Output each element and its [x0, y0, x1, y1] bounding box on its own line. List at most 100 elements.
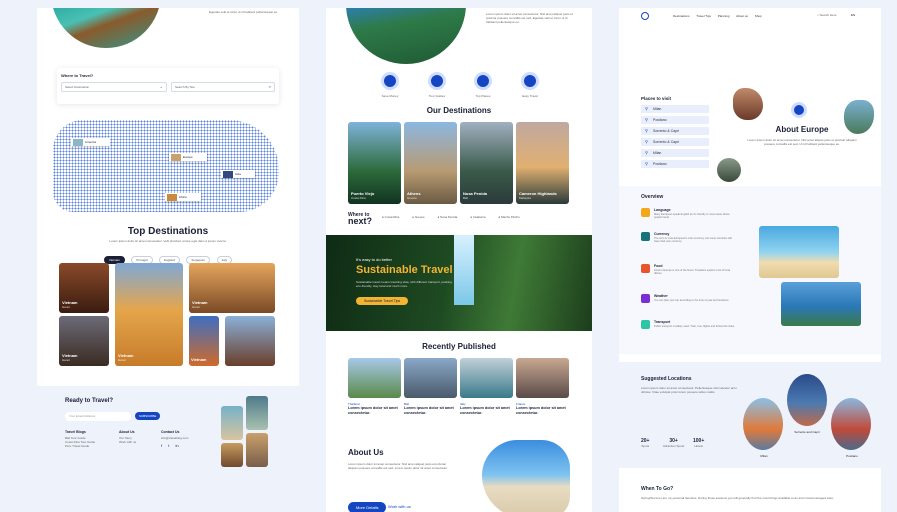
search-input[interactable]: Search By Site ⌕ — [171, 82, 275, 92]
next-places: ● Costa Rica ● Greece ● Nusa Penida ● Ca… — [382, 215, 520, 219]
map-label-america[interactable]: America — [71, 138, 111, 146]
boat-hero-image — [51, 8, 161, 48]
twitter-icon[interactable]: t — [168, 443, 169, 448]
destination-card-image[interactable] — [225, 316, 275, 366]
next-place[interactable]: ● Catalonia — [470, 215, 485, 219]
subscribe-button[interactable]: SUBSCRIBE — [135, 412, 161, 420]
coast-image — [781, 282, 861, 326]
destination-select-value: Select Destination — [65, 85, 90, 89]
location-sorrento-image[interactable] — [787, 374, 827, 426]
destination-card[interactable]: Cameron Highlands Malaysia — [516, 122, 569, 204]
destination-card[interactable]: Vietnam Hanoi — [115, 263, 183, 366]
nav-about[interactable]: About us — [736, 14, 748, 18]
location-label: Sorrento and Capri — [794, 430, 820, 434]
recent-post[interactable]: Italy Lorem ipsum dolor sit amet consect… — [460, 402, 513, 415]
feature-label: Easy Travel — [522, 94, 538, 98]
work-with-us-link[interactable]: Work with us — [388, 504, 411, 509]
recent-post[interactable]: France Lorem ipsum dolor sit amet consec… — [516, 402, 569, 415]
place-item[interactable]: Positano — [641, 160, 709, 168]
about-us-title: About Us — [348, 448, 384, 457]
location-positano-image[interactable] — [831, 398, 871, 450]
nav-travel-tips[interactable]: Travel Tips — [696, 14, 711, 18]
next-place[interactable]: ● Nusa Penida — [438, 215, 458, 219]
next-place[interactable]: ● Machu Picchu — [498, 215, 520, 219]
when-to-go-title: When To Go? — [641, 486, 674, 492]
beach-chairs-image — [759, 226, 839, 278]
europe-photo — [733, 88, 763, 120]
footer: Ready to Travel? Your Email Address SUBS… — [37, 386, 299, 468]
place-item[interactable]: Milan — [641, 149, 709, 157]
footer-link[interactable]: Peru Travel Guide — [65, 444, 95, 448]
europe-badge-icon — [791, 102, 807, 118]
language-icon — [641, 208, 650, 217]
search-icon: ⌕ — [268, 84, 271, 89]
beach-image — [482, 440, 570, 512]
destination-card[interactable]: Athens Greece — [404, 122, 457, 204]
map-label-africa[interactable]: Africa — [165, 193, 201, 201]
place-item[interactable]: Milan — [641, 105, 709, 113]
ready-title: Ready to Travel? — [65, 398, 114, 404]
recent-post[interactable]: Bali Lorem ipsum dolor sit amet consecte… — [404, 402, 457, 415]
destination-card[interactable]: Vietnam — [189, 316, 219, 366]
footer-link[interactable]: info@travelblog.com — [161, 436, 188, 440]
banner-small: It's easy to do better — [356, 257, 392, 262]
recent-post-image[interactable] — [348, 358, 401, 398]
nav-destinations[interactable]: Destinations — [673, 14, 690, 18]
about-us-text: Lorem ipsum dolor sit amet consectetur. … — [348, 462, 448, 470]
about-europe-title: About Europe — [775, 125, 829, 134]
when-to-go-text: Spring/Summer are my personal favorites.… — [641, 496, 834, 500]
recent-post-image[interactable] — [460, 358, 513, 398]
destination-card[interactable]: Puerto Viejo Costa Rica — [348, 122, 401, 204]
top-destinations-title: Top Destinations — [127, 226, 209, 237]
destination-card[interactable]: Vietnam Hanoi — [189, 263, 275, 313]
tour-guides-icon — [428, 72, 446, 90]
next-place[interactable]: ● Costa Rica — [382, 215, 399, 219]
place-item[interactable]: Sorrento & Capri — [641, 138, 709, 146]
search-placeholder: Search By Site — [175, 85, 195, 89]
destination-card[interactable]: Vietnam Hanoi — [59, 263, 109, 313]
feature-label: Save Money — [381, 94, 399, 98]
map-label-asia[interactable]: Asia — [221, 170, 255, 178]
sustainable-tips-button[interactable]: Sustainable Travel Tips — [356, 297, 409, 305]
destination-card[interactable]: Nusa Penida Bali — [460, 122, 513, 204]
currency-icon — [641, 232, 650, 241]
stat: 20+ Spots — [641, 438, 650, 448]
facebook-icon[interactable]: f — [161, 443, 162, 448]
stat: 30+ Attraction Spots — [663, 438, 685, 448]
recently-published-title: Recently Published — [422, 342, 496, 351]
nav-shop[interactable]: Shop — [755, 14, 762, 18]
footer-photo — [246, 396, 268, 430]
logo-icon[interactable] — [641, 12, 649, 20]
footer-link[interactable]: Work with us — [119, 440, 136, 444]
overview-section: Overview Language Many European speak Eng… — [619, 186, 881, 354]
place-item[interactable]: Sorrento & Capri — [641, 127, 709, 135]
feature-label: Tour Guides — [428, 94, 446, 98]
nav-search[interactable]: ⌕ Search Here — [817, 13, 836, 17]
europe-photo — [717, 158, 741, 182]
destination-card[interactable]: Vietnam Hanoi — [59, 316, 109, 366]
recent-post-image[interactable] — [516, 358, 569, 398]
our-destinations-title: Our Destinations — [426, 106, 492, 115]
location-milan-image[interactable] — [743, 398, 783, 450]
places-title: Places to visit — [641, 96, 672, 101]
place-item[interactable]: Positano — [641, 116, 709, 124]
footer-photo — [221, 443, 243, 467]
more-details-button[interactable]: More Details — [348, 502, 387, 512]
email-input[interactable]: Your Email Address — [65, 412, 131, 421]
easy-travel-icon — [521, 72, 539, 90]
destination-select[interactable]: Select Destination ⌄ — [61, 82, 167, 92]
save-money-icon — [381, 72, 399, 90]
language-select[interactable]: EN — [851, 13, 855, 17]
next-place[interactable]: ● Greece — [412, 215, 425, 219]
recent-post-image[interactable] — [404, 358, 457, 398]
food-icon — [641, 264, 650, 273]
nav-planning[interactable]: Planning — [718, 14, 730, 18]
nav-bar: Destinations Travel Tips Planning About … — [619, 8, 881, 24]
island-hero-image — [346, 8, 466, 64]
banner-description: Sustainable travel means traveling slow,… — [356, 280, 452, 288]
recent-post[interactable]: Thailand Lorem ipsum dolor sit amet cons… — [348, 402, 401, 415]
linkedin-icon[interactable]: in — [176, 443, 179, 448]
panel-home-page: Egestas velit et tortor ut id habitant p… — [37, 8, 299, 468]
map-label-europe[interactable]: Europe — [169, 153, 207, 161]
overview-title: Overview — [641, 194, 664, 200]
